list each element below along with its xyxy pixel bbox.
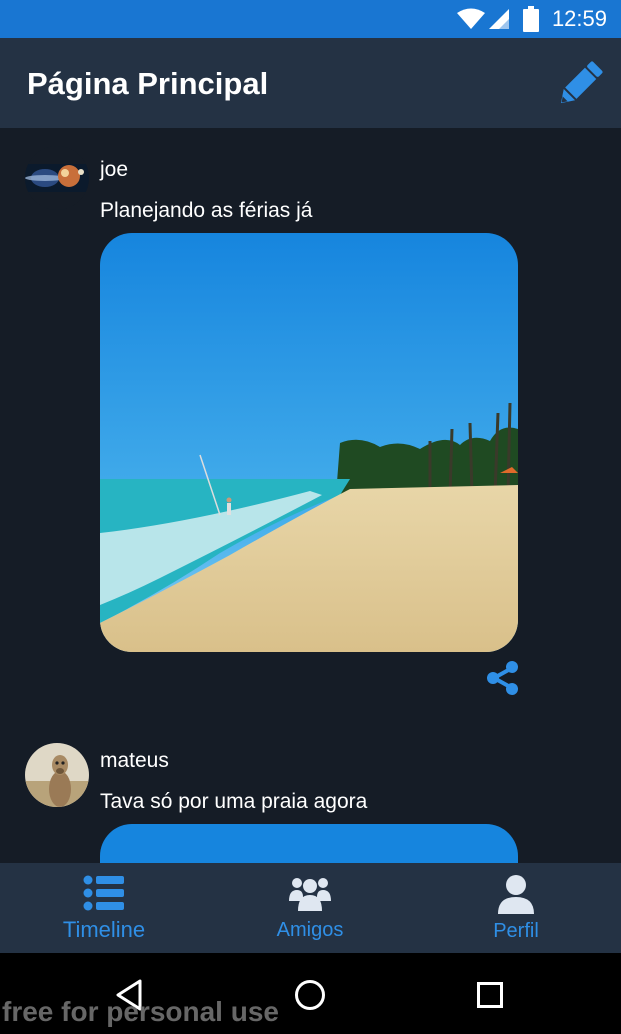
avatar[interactable]: [25, 743, 89, 807]
recents-square-icon: [477, 982, 503, 1008]
page-title: Página Principal: [27, 66, 269, 101]
home-circle-icon: [295, 980, 325, 1010]
tab-label: Timeline: [62, 917, 146, 942]
sky-photo: [100, 824, 518, 863]
home-button[interactable]: [290, 975, 330, 1015]
bottom-navigation: Timeline Amigos Perfil: [0, 863, 621, 953]
pencil-icon: [560, 61, 603, 104]
user-icon: [498, 875, 534, 914]
recents-button[interactable]: [470, 975, 510, 1015]
meerkat-avatar: [25, 743, 89, 807]
new-post-button[interactable]: [550, 56, 610, 112]
status-bar: 12:59: [0, 0, 621, 38]
cellular-signal-icon: [489, 9, 509, 29]
tab-timeline[interactable]: Timeline: [48, 863, 160, 953]
group-icon: [289, 878, 331, 911]
share-icon: [487, 661, 518, 695]
tab-label: Perfil: [493, 920, 539, 942]
watermark-text: free for personal use: [2, 996, 279, 1027]
battery-icon: [523, 6, 539, 32]
list-icon: [83, 875, 124, 911]
post-image[interactable]: [100, 233, 518, 652]
tab-amigos[interactable]: Amigos: [260, 863, 360, 953]
post-text: Tava só por uma praia agora: [100, 790, 368, 813]
avatar[interactable]: [25, 146, 89, 210]
galaxy-avatar: [25, 146, 89, 210]
wifi-icon: [457, 8, 485, 29]
status-time: 12:59: [551, 6, 607, 31]
post-username[interactable]: mateus: [100, 749, 169, 773]
share-button[interactable]: [484, 660, 522, 696]
app-screen: 12:59 Página Principal joe Planejando as…: [0, 0, 621, 1034]
post-image[interactable]: [100, 824, 518, 863]
timeline-feed[interactable]: joe Planejando as férias já mateus Tava …: [0, 128, 621, 863]
post-username[interactable]: joe: [100, 158, 128, 182]
post-text: Planejando as férias já: [100, 199, 313, 222]
app-bar: Página Principal: [0, 38, 621, 128]
tab-label: Amigos: [276, 919, 344, 941]
beach-photo: [100, 233, 518, 652]
tab-perfil[interactable]: Perfil: [476, 863, 556, 953]
